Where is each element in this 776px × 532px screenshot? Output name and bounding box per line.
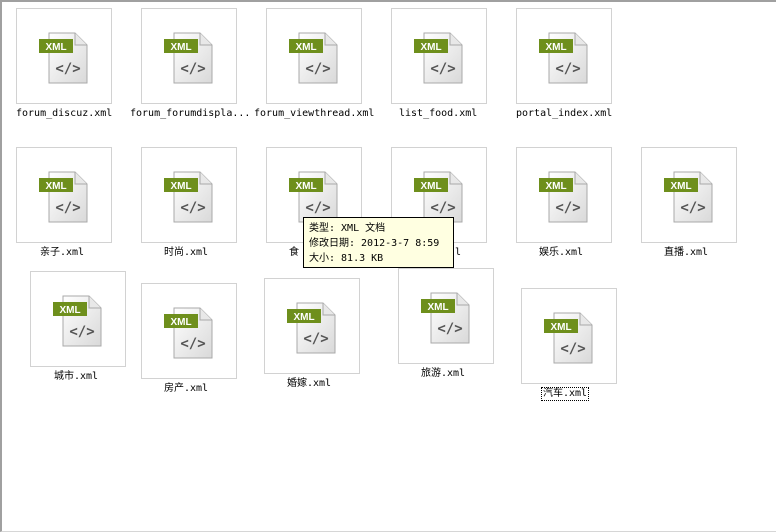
file-item[interactable]: XML </> bbox=[16, 147, 112, 243]
file-name-selected[interactable]: 汽车.xml bbox=[540, 387, 590, 401]
svg-text:</>: </> bbox=[303, 331, 328, 347]
file-item[interactable]: XML </> bbox=[30, 271, 126, 367]
file-name[interactable]: 婚嫁.xml bbox=[287, 378, 331, 390]
file-name[interactable]: forum_viewthread.xml bbox=[254, 108, 374, 120]
svg-text:</>: </> bbox=[430, 61, 455, 77]
file-name[interactable]: 时尚.xml bbox=[164, 247, 208, 259]
svg-text:XML: XML bbox=[295, 42, 316, 53]
file-item[interactable]: XML </> bbox=[266, 8, 362, 104]
file-item[interactable]: XML </> bbox=[141, 283, 237, 379]
svg-text:</>: </> bbox=[305, 61, 330, 77]
file-name[interactable]: 娱乐.xml bbox=[539, 247, 583, 259]
xml-file-icon: XML </> bbox=[641, 147, 737, 243]
svg-text:</>: </> bbox=[560, 341, 585, 357]
xml-file-icon: XML </> bbox=[516, 8, 612, 104]
file-item[interactable]: XML </> bbox=[141, 8, 237, 104]
svg-text:XML: XML bbox=[545, 42, 566, 53]
file-item[interactable]: XML </> bbox=[16, 8, 112, 104]
xml-file-icon: XML </> bbox=[16, 8, 112, 104]
file-item[interactable]: XML </> bbox=[516, 8, 612, 104]
file-item[interactable]: XML </> bbox=[398, 268, 494, 364]
xml-file-icon: XML </> bbox=[516, 147, 612, 243]
svg-text:</>: </> bbox=[55, 61, 80, 77]
xml-file-icon: XML </> bbox=[398, 268, 494, 364]
file-item[interactable]: XML </> bbox=[521, 288, 617, 384]
tooltip-size: 大小: 81.3 KB bbox=[309, 253, 384, 264]
file-item[interactable]: XML </> bbox=[264, 278, 360, 374]
svg-text:</>: </> bbox=[180, 61, 205, 77]
file-name[interactable]: forum_discuz.xml bbox=[16, 108, 112, 120]
file-name[interactable]: 房产.xml bbox=[164, 383, 208, 395]
xml-file-icon: XML </> bbox=[141, 147, 237, 243]
tooltip-modified-date: 修改日期: 2012-3-7 8:59 bbox=[309, 238, 440, 249]
xml-file-icon: XML </> bbox=[16, 147, 112, 243]
svg-text:</>: </> bbox=[437, 321, 462, 337]
svg-text:XML: XML bbox=[293, 312, 314, 323]
svg-text:XML: XML bbox=[45, 181, 66, 192]
xml-file-icon: XML </> bbox=[141, 283, 237, 379]
svg-text:</>: </> bbox=[555, 200, 580, 216]
svg-text:XML: XML bbox=[45, 42, 66, 53]
file-name[interactable]: 旅游.xml bbox=[421, 368, 465, 380]
svg-text:</>: </> bbox=[55, 200, 80, 216]
file-name[interactable]: portal_index.xml bbox=[516, 108, 612, 120]
svg-text:XML: XML bbox=[170, 317, 191, 328]
file-item[interactable]: XML </> bbox=[141, 147, 237, 243]
file-name[interactable]: 城市.xml bbox=[54, 371, 98, 383]
file-item[interactable]: XML </> bbox=[516, 147, 612, 243]
svg-text:XML: XML bbox=[420, 42, 441, 53]
svg-text:</>: </> bbox=[180, 200, 205, 216]
svg-text:</>: </> bbox=[680, 200, 705, 216]
xml-file-icon: XML </> bbox=[30, 271, 126, 367]
file-name[interactable]: list_food.xml bbox=[399, 108, 477, 120]
svg-text:XML: XML bbox=[170, 181, 191, 192]
tooltip-type: 类型: XML 文档 bbox=[309, 223, 386, 234]
svg-text:</>: </> bbox=[69, 324, 94, 340]
svg-text:XML: XML bbox=[295, 181, 316, 192]
svg-text:</>: </> bbox=[305, 200, 330, 216]
xml-file-icon: XML </> bbox=[391, 8, 487, 104]
file-name[interactable]: l bbox=[455, 247, 461, 259]
svg-text:XML: XML bbox=[670, 181, 691, 192]
svg-text:XML: XML bbox=[545, 181, 566, 192]
svg-text:XML: XML bbox=[427, 302, 448, 313]
svg-text:XML: XML bbox=[59, 305, 80, 316]
file-name[interactable]: forum_forumdispla... bbox=[130, 108, 250, 120]
svg-text:XML: XML bbox=[550, 322, 571, 333]
file-item[interactable]: XML </> bbox=[391, 8, 487, 104]
xml-file-icon: XML </> bbox=[264, 278, 360, 374]
xml-file-icon: XML </> bbox=[521, 288, 617, 384]
svg-text:</>: </> bbox=[180, 336, 205, 352]
svg-text:</>: </> bbox=[430, 200, 455, 216]
svg-text:XML: XML bbox=[170, 42, 191, 53]
file-name[interactable]: 亲子.xml bbox=[40, 247, 84, 259]
svg-text:XML: XML bbox=[420, 181, 441, 192]
svg-text:</>: </> bbox=[555, 61, 580, 77]
file-info-tooltip: 类型: XML 文档 修改日期: 2012-3-7 8:59 大小: 81.3 … bbox=[303, 217, 454, 268]
file-name[interactable]: 直播.xml bbox=[664, 247, 708, 259]
xml-file-icon: XML </> bbox=[266, 8, 362, 104]
file-name[interactable]: 食 bbox=[289, 247, 299, 259]
xml-file-icon: XML </> bbox=[141, 8, 237, 104]
file-item[interactable]: XML </> bbox=[641, 147, 737, 243]
